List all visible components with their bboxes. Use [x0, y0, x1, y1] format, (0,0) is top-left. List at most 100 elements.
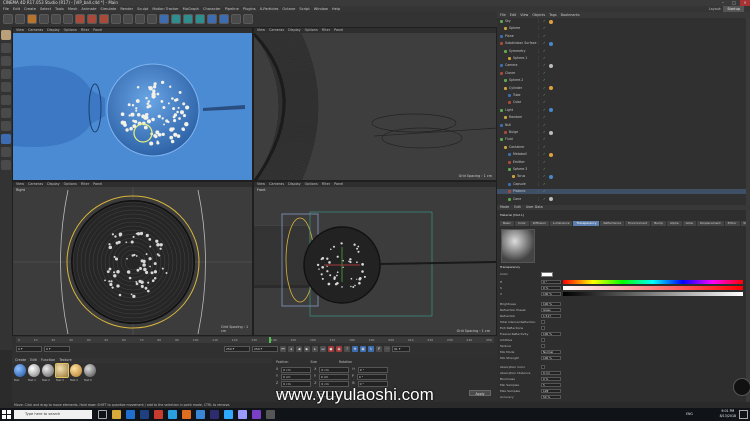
- attribute-tab-luminance[interactable]: Luminance: [550, 221, 573, 226]
- attribute-checkbox[interactable]: [541, 365, 545, 369]
- rotate-icon[interactable]: [63, 14, 73, 24]
- step-forward-icon[interactable]: ▸: [312, 346, 318, 352]
- viewport-right[interactable]: View Cameras Display Options Filter Panel Rig…: [12, 181, 253, 336]
- object-menu-item-file[interactable]: File: [500, 12, 506, 18]
- attribute-value-field[interactable]: Normal: [541, 350, 561, 354]
- play-icon[interactable]: ▶: [304, 346, 310, 352]
- viewport-menu-item-display[interactable]: Display: [47, 28, 60, 33]
- material-tag-icon[interactable]: [549, 152, 553, 157]
- enable-check-icon[interactable]: ✓: [543, 189, 546, 194]
- color-swatch[interactable]: [541, 272, 553, 277]
- material-tag-icon[interactable]: [549, 108, 553, 113]
- attribute-checkbox[interactable]: [541, 344, 545, 348]
- sculpt-icon[interactable]: [1, 134, 11, 144]
- enable-check-icon[interactable]: ✓: [543, 71, 546, 76]
- lock-workplane-icon[interactable]: [1, 160, 11, 170]
- coordinate-value-field[interactable]: 0 cm: [281, 367, 312, 373]
- viewport-menu-item-cameras[interactable]: Cameras: [28, 182, 43, 187]
- viewport-menu-item-cameras[interactable]: Cameras: [269, 28, 284, 33]
- autokey-icon[interactable]: ◉: [336, 346, 342, 352]
- render-settings-icon[interactable]: [147, 14, 157, 24]
- parameter-key-icon[interactable]: P: [376, 346, 382, 352]
- material-tag-icon[interactable]: [549, 19, 553, 24]
- viewport-menu-item-view[interactable]: View: [16, 182, 24, 187]
- attribute-tab-displacement[interactable]: Displacement: [697, 221, 724, 226]
- enable-check-icon[interactable]: ✓: [543, 78, 546, 83]
- app-icon-blue[interactable]: [196, 410, 205, 419]
- object-row[interactable]: Cube ⋮ ✓: [497, 100, 750, 105]
- material-menu-item-edit[interactable]: Edit: [30, 358, 37, 363]
- object-row[interactable]: Cloner ⋮ ✓: [497, 71, 750, 76]
- visibility-dots-icon[interactable]: ⋮: [537, 86, 540, 91]
- attribute-tab-environment[interactable]: Environment: [625, 221, 651, 226]
- notification-icon[interactable]: [739, 410, 748, 419]
- viewport-perspective[interactable]: View Cameras Display Options Filter Panel: [12, 27, 253, 181]
- viewport-menu-item-filter[interactable]: Filter: [81, 28, 89, 33]
- render-view-icon[interactable]: [123, 14, 133, 24]
- enable-check-icon[interactable]: ✓: [543, 108, 546, 113]
- attribute-value-field[interactable]: 100 %: [541, 356, 561, 360]
- material-menu-item-create[interactable]: Create: [15, 358, 26, 363]
- material-swatch-grey[interactable]: [42, 364, 54, 377]
- attribute-value-field[interactable]: 5: [541, 383, 561, 387]
- enable-check-icon[interactable]: ✓: [543, 137, 546, 142]
- viewport-front[interactable]: View Cameras Display Options Filter Panel Fro…: [253, 181, 497, 336]
- timeline-playhead[interactable]: [269, 337, 271, 343]
- enable-check-icon[interactable]: ✓: [543, 123, 546, 128]
- y-axis-icon[interactable]: [87, 14, 97, 24]
- object-row[interactable]: Fluid ⋮ ✓: [497, 137, 750, 142]
- visibility-dots-icon[interactable]: ⋮: [537, 167, 540, 172]
- bend-deformer-icon[interactable]: [207, 14, 217, 24]
- cinema4d-icon[interactable]: [266, 410, 275, 419]
- render-picture-viewer-icon[interactable]: [135, 14, 145, 24]
- viewport-menu-item-display[interactable]: Display: [288, 28, 301, 33]
- viewport-menu-item-panel[interactable]: Panel: [93, 182, 102, 187]
- language-indicator[interactable]: ENG: [686, 412, 693, 416]
- step-back-icon[interactable]: ◂: [288, 346, 294, 352]
- material-menu-item-texture[interactable]: Texture: [59, 358, 71, 363]
- attribute-tab-bump[interactable]: Bump: [651, 221, 667, 226]
- visibility-dots-icon[interactable]: ⋮: [537, 63, 540, 68]
- edges-mode-icon[interactable]: [1, 95, 11, 105]
- attribute-value-field[interactable]: Glass: [541, 308, 561, 312]
- attribute-tab-alpha[interactable]: Alpha: [667, 221, 682, 226]
- attribute-tab-editor[interactable]: Editor: [724, 221, 740, 226]
- viewport-menu-item-display[interactable]: Display: [47, 182, 60, 187]
- object-row[interactable]: Plane ⋮ ✓: [497, 34, 750, 39]
- viewport-menu-item-filter[interactable]: Filter: [322, 182, 330, 187]
- visibility-dots-icon[interactable]: ⋮: [537, 174, 540, 179]
- current-frame-field[interactable]: 0 F: [44, 346, 70, 352]
- material-tag-icon[interactable]: [549, 174, 553, 179]
- array-icon[interactable]: [195, 14, 205, 24]
- workplane-icon[interactable]: [1, 69, 11, 79]
- visibility-dots-icon[interactable]: ⋮: [537, 100, 540, 105]
- viewport-menu-item-panel[interactable]: Panel: [93, 28, 102, 33]
- attribute-value-field[interactable]: 100 %: [541, 292, 561, 296]
- coordinate-value-field[interactable]: 0 cm: [318, 374, 349, 380]
- object-row[interactable]: Platonic ⋮ ✓: [497, 189, 750, 195]
- attribute-value-field[interactable]: 1.517: [541, 314, 561, 318]
- undo-icon[interactable]: [3, 14, 13, 24]
- attribute-value-field[interactable]: 0 cm: [541, 371, 561, 375]
- visibility-dots-icon[interactable]: ⋮: [537, 189, 540, 194]
- attribute-tab-transparency[interactable]: Transparency: [573, 221, 600, 226]
- axis-mode-icon[interactable]: [1, 121, 11, 131]
- visibility-dots-icon[interactable]: ⋮: [537, 49, 540, 54]
- visibility-dots-icon[interactable]: ⋮: [537, 93, 540, 98]
- viewport-menu-item-options[interactable]: Options: [305, 182, 318, 187]
- object-row[interactable]: Subdivision Surface ⋮ ✓: [497, 41, 750, 46]
- task-view-icon[interactable]: [98, 410, 107, 419]
- start-frame-field[interactable]: 0 F: [16, 346, 42, 352]
- object-menu-item-tags[interactable]: Tags: [549, 12, 557, 18]
- coordinate-value-field[interactable]: 0 cm: [319, 367, 350, 373]
- visibility-dots-icon[interactable]: ⋮: [537, 41, 540, 46]
- attribute-tab-diffusion[interactable]: Diffusion: [529, 221, 550, 226]
- saturation-slider[interactable]: [563, 286, 743, 290]
- visibility-dots-icon[interactable]: ⋮: [537, 197, 540, 202]
- points-mode-icon[interactable]: [1, 82, 11, 92]
- object-menu-item-view[interactable]: View: [520, 12, 528, 18]
- camera-icon[interactable]: [231, 14, 241, 24]
- material-tag-icon[interactable]: [549, 41, 553, 46]
- polygons-mode-icon[interactable]: [1, 108, 11, 118]
- enable-check-icon[interactable]: ✓: [543, 56, 546, 61]
